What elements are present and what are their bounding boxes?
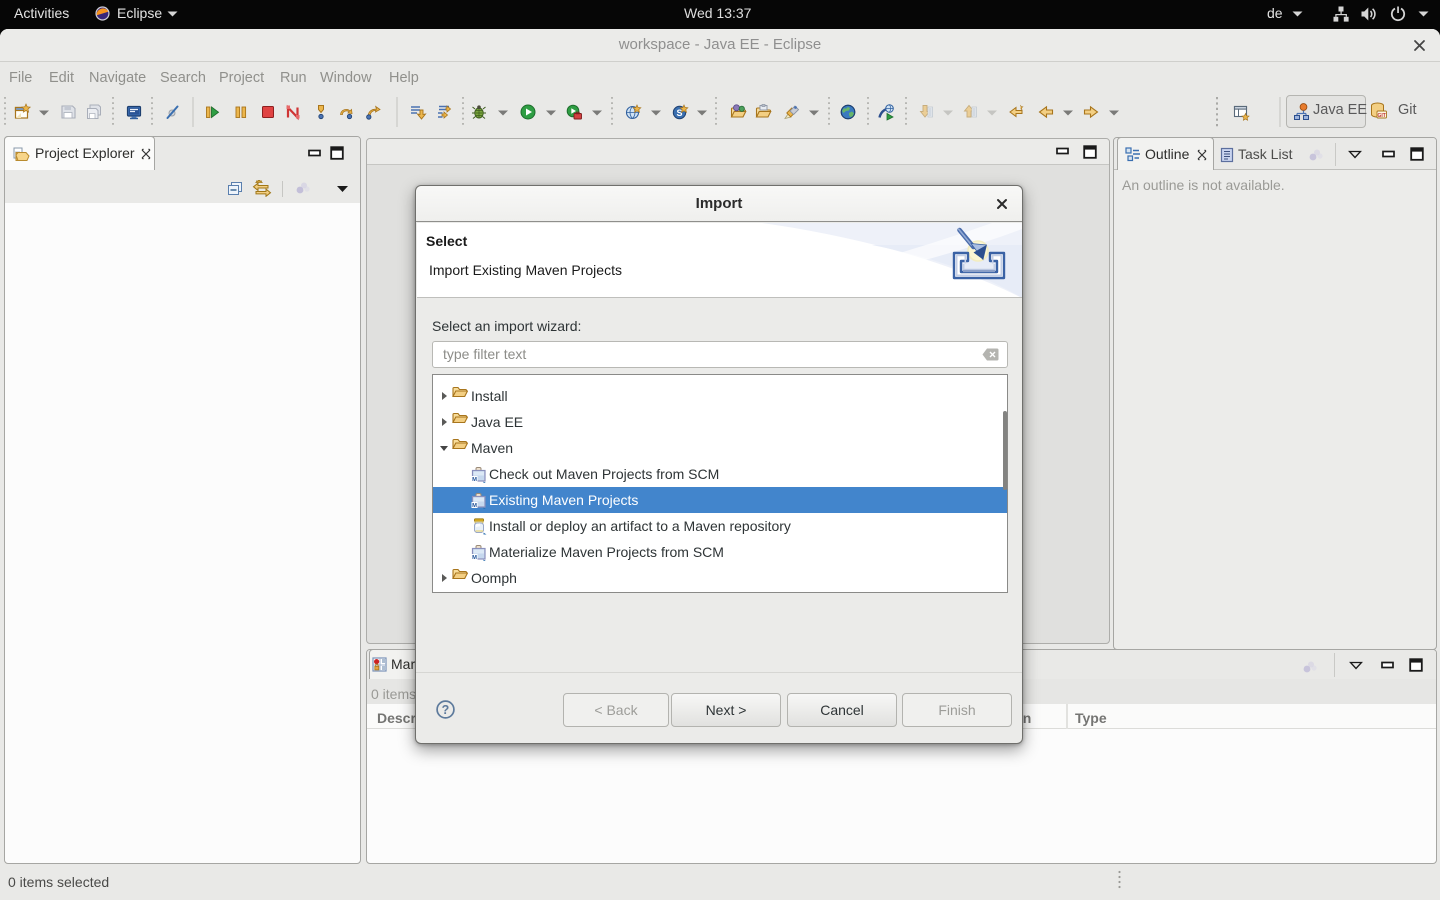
svg-text:?: ? — [442, 703, 450, 717]
svg-text:GIT: GIT — [1378, 113, 1386, 119]
